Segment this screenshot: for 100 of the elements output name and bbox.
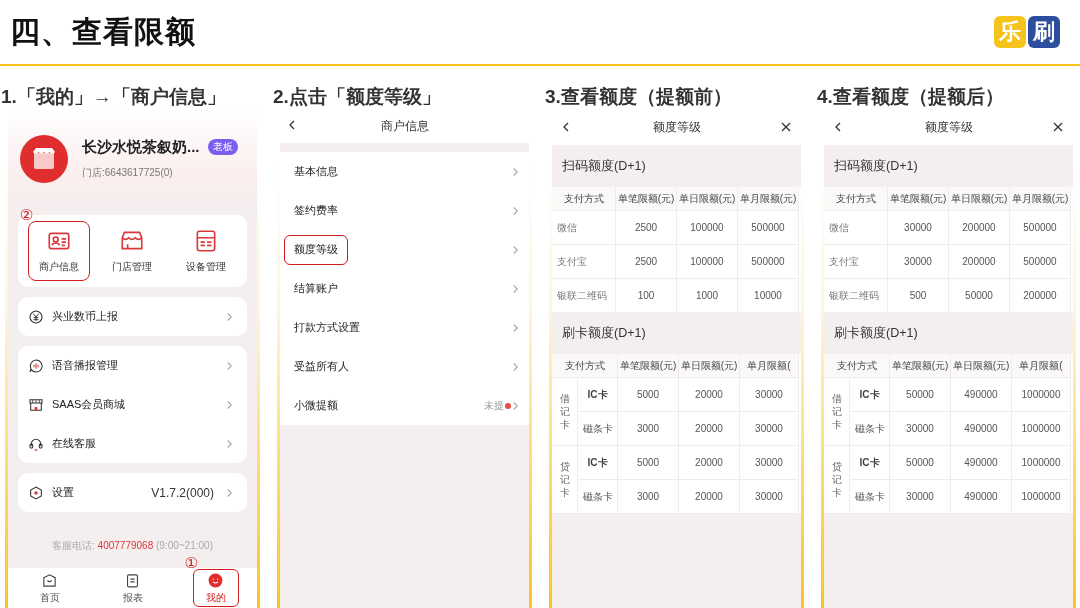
column-header: 单月限额( xyxy=(740,354,799,378)
table-cell: 1000 xyxy=(677,279,738,313)
table-cell: 500 xyxy=(888,279,949,313)
menu-item[interactable]: 签约费率 xyxy=(280,191,529,230)
chevron-icon xyxy=(512,205,519,216)
shop-icon xyxy=(28,396,44,413)
table-cell: 30000 xyxy=(740,378,799,412)
chevron-icon xyxy=(512,244,519,255)
table-cell: 借记卡 xyxy=(831,392,842,431)
tab-bar-item[interactable]: 我的 xyxy=(192,569,239,607)
close-icon xyxy=(781,122,791,132)
column-header: 单笔限额(元) xyxy=(618,354,679,378)
table-cell: 30000 xyxy=(890,412,951,446)
table-cell: 50000 xyxy=(890,446,951,480)
section-title: 扫码额度(D+1) xyxy=(833,157,919,175)
table-cell: 500000 xyxy=(1010,211,1071,245)
menu-item[interactable]: 打款方式设置 xyxy=(280,308,529,347)
chevron-icon xyxy=(512,361,519,372)
table-cell: 20000 xyxy=(679,378,740,412)
menu-item[interactable]: 基本信息 xyxy=(280,152,529,191)
shortcut-button[interactable]: 商户信息 xyxy=(27,221,90,281)
table-cell: 100 xyxy=(616,279,677,313)
table-cell: 500000 xyxy=(1010,245,1071,279)
screen-title: 额度等级 xyxy=(924,119,973,136)
chevron-icon xyxy=(512,166,519,177)
table-cell: 500000 xyxy=(738,245,799,279)
table-cell: 490000 xyxy=(951,446,1012,480)
table-cell: 30000 xyxy=(888,245,949,279)
column-header: 支付方式 xyxy=(552,354,618,378)
close-button[interactable] xyxy=(779,120,793,134)
table-cell: IC卡 xyxy=(850,378,890,412)
chevron-icon xyxy=(226,360,233,371)
column-header: 单笔限额(元) xyxy=(616,187,677,211)
table-cell: 2500 xyxy=(616,245,677,279)
store-avatar-icon xyxy=(20,134,68,183)
table-cell: 磁条卡 xyxy=(578,480,618,514)
menu-item[interactable]: 兴业数币上报 xyxy=(18,297,247,336)
close-button[interactable] xyxy=(1051,120,1065,134)
tab-bar-item[interactable]: 首页 xyxy=(26,569,73,607)
status-text: 未提 xyxy=(484,398,504,413)
chevron-icon xyxy=(512,400,519,411)
shortcut-button[interactable]: 门店管理 xyxy=(101,221,164,281)
table-cell: 20000 xyxy=(679,412,740,446)
home-icon xyxy=(41,571,58,589)
section-title: 刷卡额度(D+1) xyxy=(833,325,919,342)
table-cell: 1000000 xyxy=(1012,446,1071,480)
table-cell: 微信 xyxy=(552,211,616,245)
version-text: V1.7.2(000) xyxy=(151,485,214,500)
column-header: 单日限额(元) xyxy=(679,354,740,378)
menu-item[interactable]: 受益所有人 xyxy=(280,347,529,386)
table-cell: 磁条卡 xyxy=(850,412,890,446)
table-cell: 5000 xyxy=(618,378,679,412)
chevron-icon xyxy=(512,283,519,294)
table-cell: 20000 xyxy=(679,480,740,514)
clipboard-icon xyxy=(124,571,141,589)
table-cell: 490000 xyxy=(951,378,1012,412)
shortcut-button[interactable]: 设备管理 xyxy=(175,221,238,281)
table-cell: 10000 xyxy=(738,279,799,313)
table-cell: 30000 xyxy=(740,480,799,514)
smiley-icon xyxy=(207,571,224,589)
table-cell: 1000000 xyxy=(1012,412,1071,446)
table-cell: 支付宝 xyxy=(552,245,616,279)
table-cell: 磁条卡 xyxy=(850,480,890,514)
settings-icon xyxy=(28,484,44,501)
table-cell: 30000 xyxy=(888,211,949,245)
table-cell: IC卡 xyxy=(578,378,618,412)
table-cell: 3000 xyxy=(618,412,679,446)
table-cell: 1000000 xyxy=(1012,378,1071,412)
table-cell: 支付宝 xyxy=(824,245,888,279)
table-cell: 银联二维码 xyxy=(824,279,888,313)
column-header: 单日限额(元) xyxy=(951,354,1012,378)
tab-bar-item[interactable]: 报表 xyxy=(109,569,156,607)
menu-item[interactable]: SAAS会员商城 xyxy=(18,385,247,424)
table-cell: 借记卡 xyxy=(559,392,570,431)
screen-title: 商户信息 xyxy=(380,118,429,135)
slide-title: 四、查看限额 xyxy=(10,13,196,50)
column-header: 支付方式 xyxy=(824,354,890,378)
chevron-icon xyxy=(226,487,233,498)
table-cell: 30000 xyxy=(890,480,951,514)
table-cell: IC卡 xyxy=(578,446,618,480)
yen-coin-icon xyxy=(28,308,44,325)
column-header: 单月限额(元) xyxy=(1010,187,1071,211)
hotline-text: 客服电话: 4007779068 (9:00~21:00) xyxy=(52,540,213,552)
menu-item[interactable]: 语音播报管理 xyxy=(18,346,247,385)
table-cell: 贷记卡 xyxy=(831,460,842,499)
chevron-icon xyxy=(226,438,233,449)
logo-character: 乐 xyxy=(994,16,1026,48)
column-header: 单日限额(元) xyxy=(949,187,1010,211)
section-title: 刷卡额度(D+1) xyxy=(561,325,647,342)
menu-item[interactable]: 设置 V1.7.2(000) xyxy=(18,473,247,512)
menu-item[interactable]: 结算账户 xyxy=(280,269,529,308)
menu-item[interactable]: 小微提额 未提 xyxy=(280,386,529,425)
menu-item[interactable]: 额度等级 xyxy=(280,230,529,269)
menu-item[interactable]: 在线客服 xyxy=(18,424,247,463)
table-cell: 490000 xyxy=(951,480,1012,514)
column-header: 单笔限额(元) xyxy=(890,354,951,378)
column-header: 支付方式 xyxy=(824,187,888,211)
table-cell: 银联二维码 xyxy=(552,279,616,313)
table-cell: 50000 xyxy=(949,279,1010,313)
table-cell: 30000 xyxy=(740,412,799,446)
